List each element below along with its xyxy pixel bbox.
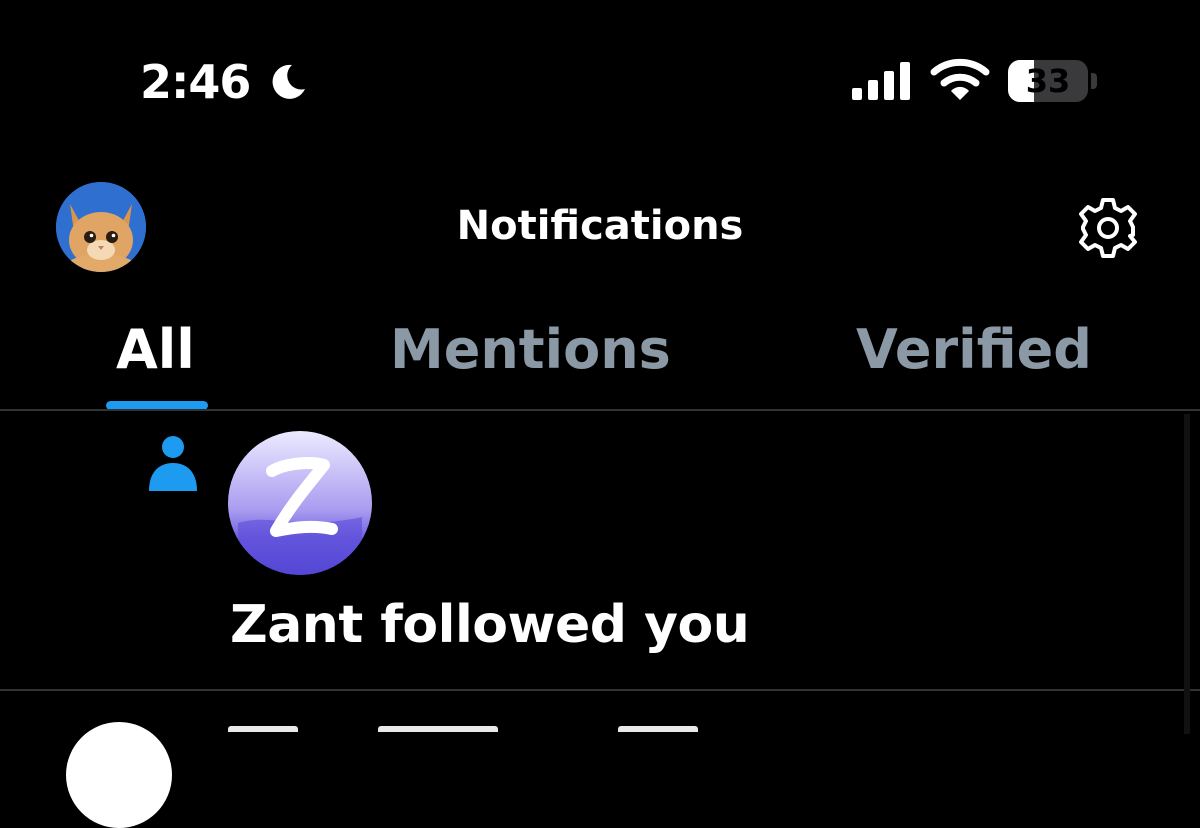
notification-item[interactable]: Zant followed you [0, 411, 1200, 689]
battery-level-label: 33 [1025, 62, 1071, 100]
battery-indicator: 33 [1008, 60, 1088, 102]
notification-avatar[interactable] [228, 431, 372, 575]
notification-divider [0, 689, 1200, 691]
notification-text: Zant followed you [230, 595, 750, 655]
gear-icon[interactable] [1076, 196, 1140, 260]
scrollbar[interactable] [1184, 414, 1190, 734]
next-notification-avatar[interactable] [66, 722, 172, 828]
battery-cap [1091, 73, 1097, 89]
moon-icon [272, 64, 305, 99]
tab-all[interactable]: All [116, 318, 195, 382]
status-time: 2:46 [140, 55, 251, 109]
wifi-icon [930, 58, 990, 100]
tab-mentions[interactable]: Mentions [390, 318, 671, 382]
person-icon [149, 436, 197, 491]
zant-logo-icon [228, 431, 372, 575]
page-title: Notifications [456, 203, 744, 249]
tab-verified[interactable]: Verified [856, 318, 1092, 382]
next-notification-text [228, 720, 698, 732]
cellular-signal-icon [852, 62, 910, 100]
